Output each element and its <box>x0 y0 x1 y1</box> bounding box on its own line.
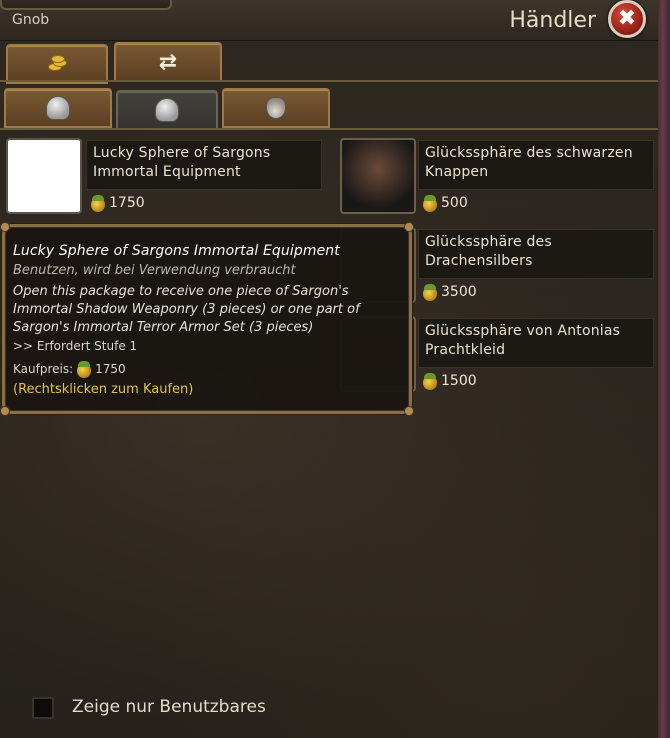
close-button[interactable]: ✖ <box>608 0 646 38</box>
item-name: Glückssphäre des Drachensilbers <box>418 229 654 279</box>
tab-buy[interactable] <box>6 44 108 84</box>
tooltip-corner <box>0 406 10 416</box>
tooltip-title: Lucky Sphere of Sargons Immortal Equipme… <box>13 243 340 259</box>
currency-icon <box>76 360 92 378</box>
tab-divider-2 <box>0 128 658 130</box>
item-icon[interactable] <box>340 138 416 214</box>
shop-item[interactable]: Glückssphäre des schwarzen Knappen 500 <box>334 136 658 220</box>
item-price: 3500 <box>422 283 477 301</box>
tooltip-requirement: >> Erfordert Stufe 1 <box>13 339 138 353</box>
tooltip-corner <box>0 222 10 232</box>
helmet-icon <box>155 98 179 122</box>
tooltip-description: Open this package to receive one piece o… <box>13 284 360 335</box>
item-icon[interactable] <box>6 138 82 214</box>
tab-category-3[interactable] <box>222 88 330 128</box>
tooltip-price-label: Kaufpreis: <box>13 362 74 376</box>
currency-icon <box>422 283 438 301</box>
item-price: 1500 <box>422 372 477 390</box>
swap-icon: ⇄ <box>158 49 178 75</box>
tab-category-1[interactable] <box>4 88 112 128</box>
item-name: Glückssphäre von Antonias Prachtkleid <box>418 318 654 368</box>
usable-only-checkbox[interactable] <box>32 697 54 719</box>
tab-divider <box>0 80 658 82</box>
tooltip-subtitle: Benutzen, wird bei Verwendung verbraucht <box>13 263 296 278</box>
item-price-value: 1750 <box>109 195 145 211</box>
close-icon: ✖ <box>617 6 637 31</box>
window-title: Händler <box>509 8 596 33</box>
item-price: 1750 <box>90 194 145 212</box>
window-edge <box>658 0 670 738</box>
top-tab-sliver <box>0 0 172 10</box>
coins-icon <box>48 55 67 71</box>
tooltip-corner <box>404 406 414 416</box>
acorn-icon <box>266 97 286 119</box>
tooltip-corner <box>404 222 414 232</box>
shop-item[interactable]: Lucky Sphere of Sargons Immortal Equipme… <box>2 136 326 220</box>
usable-only-label[interactable]: Zeige nur Benutzbares <box>72 697 266 717</box>
item-price-value: 500 <box>441 195 468 211</box>
player-name: Gnob <box>12 12 50 28</box>
item-price: 500 <box>422 194 468 212</box>
helmet-icon <box>46 96 70 120</box>
title-bar: Gnob Händler ✖ <box>0 0 658 41</box>
item-name: Lucky Sphere of Sargons Immortal Equipme… <box>86 140 322 190</box>
currency-icon <box>90 194 106 212</box>
tab-category-2[interactable] <box>116 90 218 130</box>
tooltip-price: Kaufpreis: 1750 <box>13 360 126 378</box>
tab-exchange[interactable]: ⇄ <box>114 42 222 82</box>
currency-icon <box>422 194 438 212</box>
tooltip-hint: (Rechtsklicken zum Kaufen) <box>13 382 194 397</box>
item-tooltip: Lucky Sphere of Sargons Immortal Equipme… <box>0 222 414 416</box>
item-price-value: 1500 <box>441 373 477 389</box>
currency-icon <box>422 372 438 390</box>
item-name: Glückssphäre des schwarzen Knappen <box>418 140 654 190</box>
item-price-value: 3500 <box>441 284 477 300</box>
tooltip-price-value: 1750 <box>95 362 126 376</box>
